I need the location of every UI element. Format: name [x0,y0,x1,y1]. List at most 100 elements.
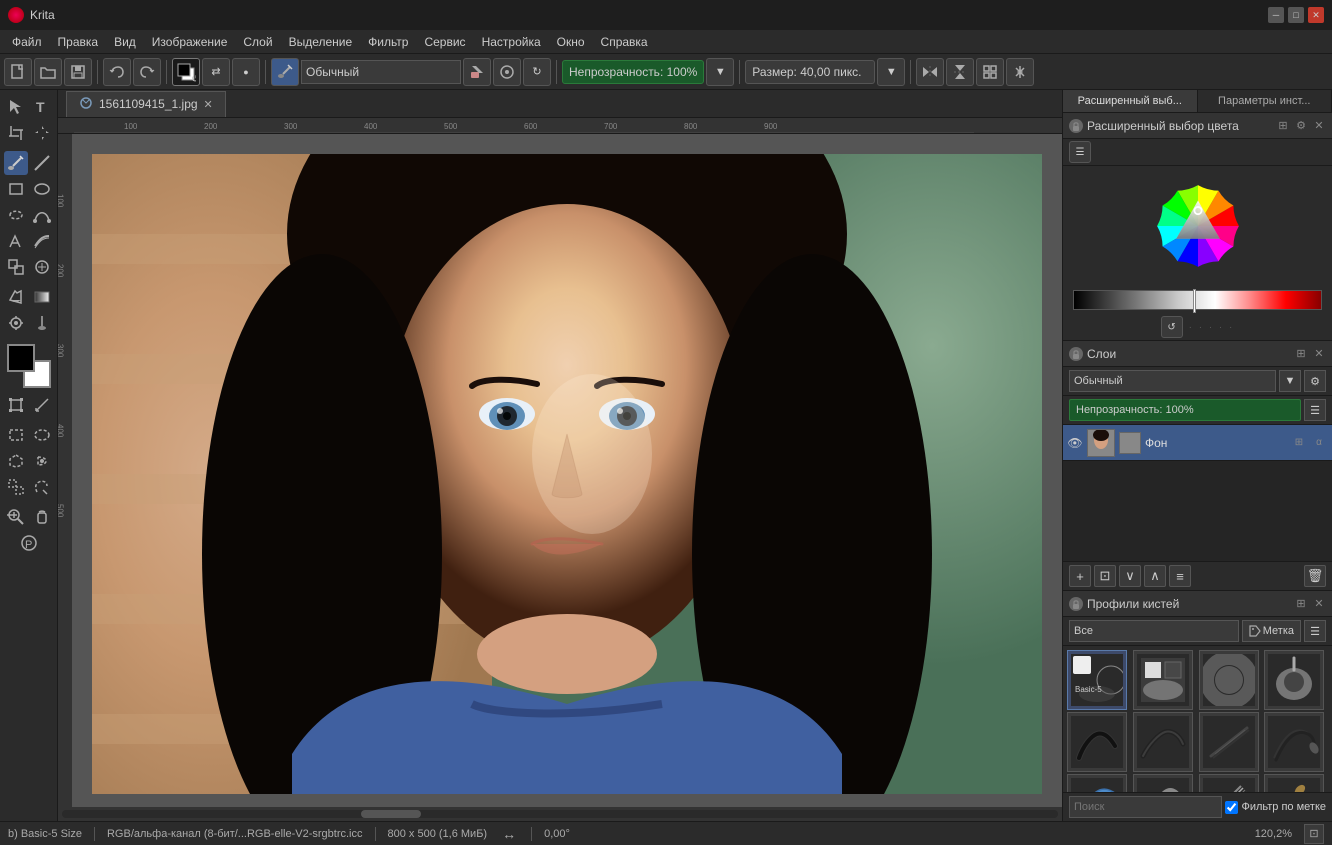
menu-filter[interactable]: Фильтр [360,33,416,51]
select-shapes-tool[interactable] [4,475,28,499]
menu-file[interactable]: Файл [4,33,50,51]
magnetic-select-tool[interactable] [30,475,54,499]
ellipse-tool[interactable] [30,177,54,201]
calligraphy-tool[interactable] [30,229,54,253]
layer-merge-down-button[interactable]: ∨ [1119,565,1141,587]
zoom-tool[interactable] [4,505,28,529]
freehand-select-tool[interactable] [4,203,28,227]
brush-item-4[interactable] [1264,650,1324,710]
opacity-control[interactable]: Непрозрачность: 100% [562,60,704,84]
tab-tool-options[interactable]: Параметры инст... [1198,90,1332,112]
multibrush-button[interactable] [1006,58,1034,86]
transform-tool[interactable] [4,393,28,417]
mirror-v-button[interactable] [946,58,974,86]
brush-item-9[interactable] [1067,774,1127,792]
brush-item-3[interactable] [1199,650,1259,710]
size-control[interactable]: Размер: 40,00 пикс. [745,60,875,84]
brushes-category-select[interactable]: Все [1069,620,1239,642]
pan-tool[interactable] [30,505,54,529]
move-tool[interactable] [30,121,54,145]
gradient-tool[interactable] [30,285,54,309]
minimize-button[interactable]: ─ [1268,7,1284,23]
layer-expand-button[interactable]: ⊞ [1290,434,1308,452]
fit-to-page-button[interactable]: ↔ [499,824,519,844]
layer-move-up-button[interactable]: ∧ [1144,565,1166,587]
color-panel-settings-button[interactable]: ⚙ [1294,119,1308,133]
layers-panel-close-button[interactable]: ✕ [1312,347,1326,361]
layers-blend-select[interactable]: Обычный [1069,370,1276,392]
canvas-tab-item[interactable]: 1561109415_1.jpg ✕ [66,91,226,117]
foreground-color-button[interactable]: ↺ [172,58,200,86]
contiguous-select-tool[interactable] [30,449,54,473]
menu-window[interactable]: Окно [549,33,593,51]
close-button[interactable]: ✕ [1308,7,1324,23]
menu-view[interactable]: Вид [106,33,144,51]
menu-tools[interactable]: Сервис [416,33,473,51]
layer-flatten-button[interactable]: ≡ [1169,565,1191,587]
undo-button[interactable] [103,58,131,86]
size-down-button[interactable]: ▼ [877,58,905,86]
mirror-h-button[interactable] [916,58,944,86]
scrollbar-thumb-h[interactable] [361,810,421,818]
brush-tool[interactable] [4,151,28,175]
swap-colors-button[interactable]: ⇄ [202,58,230,86]
save-file-button[interactable] [64,58,92,86]
path-tool[interactable] [4,229,28,253]
brush-item-11[interactable] [1199,774,1259,792]
zoom-to-fit-button[interactable]: ⊡ [1304,824,1324,844]
menu-layer[interactable]: Слой [235,33,280,51]
eraser-button[interactable] [463,58,491,86]
add-layer-button[interactable]: + [1069,565,1091,587]
smart-patch-tool[interactable] [30,255,54,279]
color-swatches[interactable] [7,344,51,388]
bezier-tool[interactable] [30,203,54,227]
crop-tool[interactable] [4,121,28,145]
redo-button[interactable] [133,58,161,86]
rectangle-tool[interactable] [4,177,28,201]
brush-item-2[interactable] [1133,650,1193,710]
color-wheel-container[interactable] [1063,166,1332,286]
ellipse-select-tool[interactable] [30,423,54,447]
blend-mode-select[interactable]: Обычный [301,60,461,84]
color-wheel[interactable] [1148,176,1248,276]
brushes-panel-close-button[interactable]: ✕ [1312,597,1326,611]
brush-item-7[interactable] [1199,712,1259,772]
brush-tool-toolbar[interactable] [271,58,299,86]
canvas-scrollbar-h[interactable] [58,807,1062,821]
brushes-tag-button[interactable]: Метка [1242,620,1301,642]
clone-tool[interactable] [4,255,28,279]
wrap-button[interactable]: ↻ [523,58,551,86]
text-tool[interactable]: T [30,95,54,119]
layer-opacity-menu-button[interactable]: ☰ [1304,399,1326,421]
brush-item-12[interactable] [1264,774,1324,792]
layer-group-button[interactable]: ⊡ [1094,565,1116,587]
canvas-tab-close-button[interactable]: ✕ [204,98,213,111]
layers-settings-button[interactable]: ⚙ [1304,370,1326,392]
select-tool[interactable] [4,95,28,119]
color-gradient-bar[interactable] [1073,290,1322,310]
brush-item-8[interactable] [1264,712,1324,772]
menu-image[interactable]: Изображение [144,33,236,51]
rect-select-tool[interactable] [4,423,28,447]
new-file-button[interactable] [4,58,32,86]
brush-item-1[interactable]: Basic-5 [1067,650,1127,710]
measure-tool[interactable] [30,393,54,417]
color-panel-expand-button[interactable]: ⊞ [1276,119,1290,133]
canvas-container[interactable] [72,134,1062,807]
menu-help[interactable]: Справка [593,33,656,51]
maximize-button[interactable]: □ [1288,7,1304,23]
foreground-color-swatch[interactable] [7,344,35,372]
layer-opacity-bar[interactable]: Непрозрачность: 100% [1069,399,1301,421]
reset-colors-button[interactable]: ● [232,58,260,86]
brush-item-10[interactable] [1133,774,1193,792]
stabilizer-button[interactable] [493,58,521,86]
opacity-down-button[interactable]: ▼ [706,58,734,86]
brush-item-5[interactable] [1067,712,1127,772]
delete-layer-button[interactable]: 🗑 [1304,565,1326,587]
menu-settings[interactable]: Настройка [474,33,549,51]
layers-filter-button[interactable]: ▼ [1279,370,1301,392]
menu-edit[interactable]: Правка [50,33,107,51]
color-list-view-btn[interactable]: ☰ [1069,141,1091,163]
brushes-filter-tag-checkbox[interactable] [1225,801,1238,814]
brush-item-6[interactable] [1133,712,1193,772]
